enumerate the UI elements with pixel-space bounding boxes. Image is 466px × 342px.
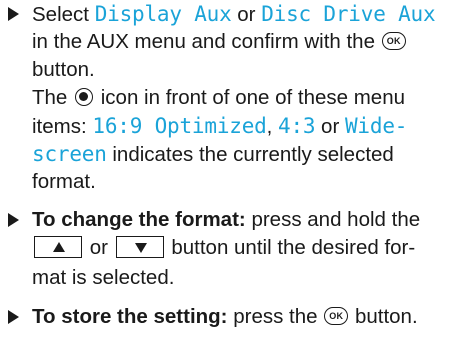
- text-press-the: press the: [233, 305, 318, 328]
- text-comma: ,: [266, 115, 273, 138]
- text-select: Select: [32, 3, 89, 26]
- menu-item-16-9-optimized: 16:9 Optimized: [92, 114, 267, 138]
- ok-button-icon: OK: [381, 31, 406, 50]
- bullet-triangle-icon: [8, 213, 19, 227]
- text-format: format.: [32, 170, 96, 193]
- text-the: The: [32, 86, 68, 109]
- text-button-end: button.: [354, 305, 418, 328]
- menu-item-disc-drive-aux: Disc Drive Aux: [261, 2, 436, 26]
- text-or-3: or: [89, 236, 108, 259]
- text-or-2: or: [321, 115, 340, 138]
- down-arrow-button-icon: [115, 235, 164, 258]
- ok-button-icon: OK: [324, 306, 349, 325]
- step-change-format-text: To change the format: press and hold the…: [32, 206, 462, 292]
- text-in-aux-menu: in the AUX menu and confirm with the: [32, 30, 375, 53]
- text-items: items:: [32, 115, 87, 138]
- text-button: button.: [32, 58, 95, 81]
- up-arrow-button-icon: [34, 235, 82, 258]
- menu-item-4-3: 4:3: [278, 114, 316, 138]
- radio-selected-icon: [75, 87, 94, 106]
- heading-store-setting: To store the setting:: [32, 305, 228, 328]
- text-button-until: button until the desired for-: [171, 236, 416, 259]
- instructions-document: Select Display Aux or Disc Drive Aux in …: [0, 0, 466, 342]
- bullet-triangle-icon: [8, 310, 19, 324]
- text-press-hold: press and hold the: [251, 208, 421, 231]
- heading-change-format: To change the format:: [32, 208, 246, 231]
- bullet-triangle-icon: [8, 7, 19, 21]
- menu-item-wide: Wide-: [344, 114, 408, 138]
- menu-item-screen: screen: [32, 142, 107, 166]
- text-mat-selected: mat is selected.: [32, 266, 175, 289]
- text-indicates: indicates the currently selected: [112, 143, 394, 166]
- menu-item-display-aux: Display Aux: [94, 2, 232, 26]
- step-store-setting-text: To store the setting: press the OK butto…: [32, 303, 462, 331]
- text-or: or: [237, 3, 256, 26]
- text-icon-in-front: icon in front of one of these menu: [100, 86, 406, 109]
- step-select-aux-text: Select Display Aux or Disc Drive Aux in …: [32, 0, 462, 196]
